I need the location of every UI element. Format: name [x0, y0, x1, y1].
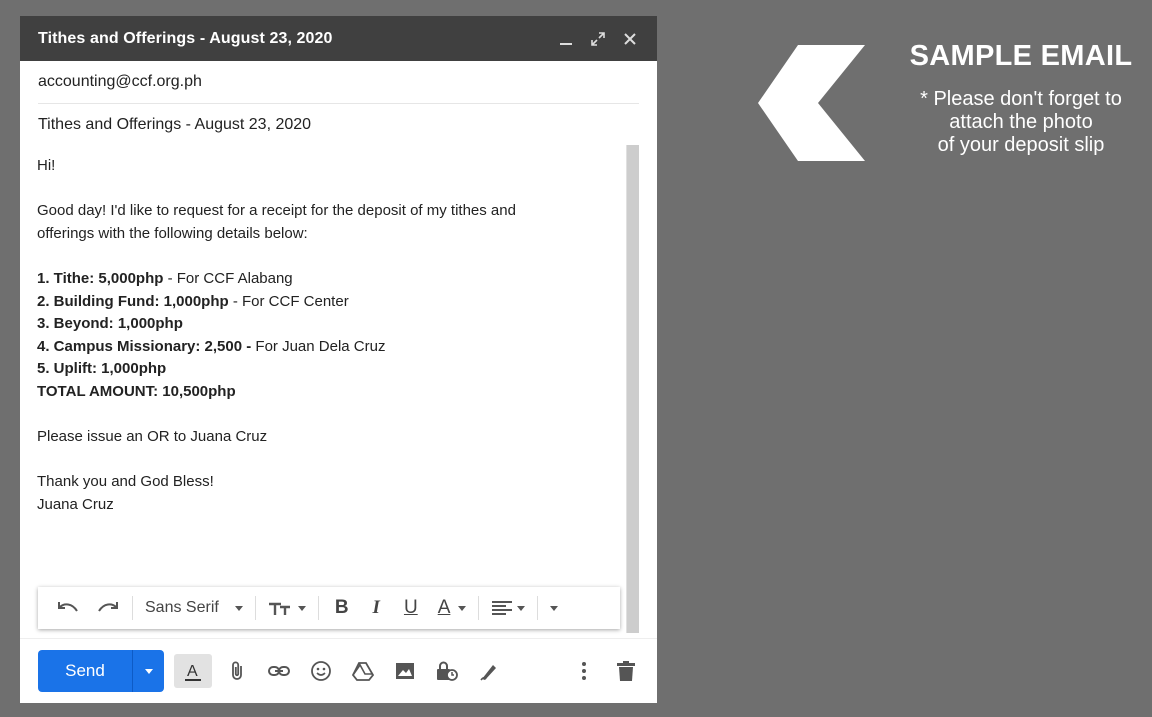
bold-icon[interactable]: B [323, 593, 361, 623]
attach-icon[interactable] [220, 654, 254, 688]
signature-line: Juana Cruz [37, 495, 114, 513]
intro-line: Good day! I'd like to request for a rece… [37, 202, 516, 220]
minimize-icon[interactable] [557, 30, 575, 48]
align-icon[interactable] [483, 593, 533, 623]
send-button-group: Send [38, 650, 164, 692]
total-amount: TOTAL AMOUNT: 10,500php [37, 382, 236, 400]
scrollbar[interactable] [626, 145, 639, 633]
underline-icon[interactable]: U [392, 593, 430, 623]
text-size-icon[interactable] [260, 593, 314, 623]
italic-icon[interactable]: I [361, 593, 392, 623]
drive-icon[interactable] [346, 654, 380, 688]
message-body[interactable]: Hi! Good day! I'd like to request for a … [20, 145, 657, 636]
send-options-button[interactable] [133, 650, 164, 692]
formatting-options-icon[interactable]: A [174, 654, 212, 688]
close-icon[interactable] [621, 30, 639, 48]
chevron-down-icon [234, 605, 243, 611]
photo-icon[interactable] [388, 654, 422, 688]
emoji-icon[interactable] [304, 654, 338, 688]
confidential-mode-icon[interactable] [430, 654, 464, 688]
list-item: 3. Beyond: 1,000php [37, 315, 183, 333]
to-field[interactable]: accounting@ccf.org.ph [38, 61, 639, 104]
arrow-left-icon [758, 45, 865, 161]
compose-titlebar[interactable]: Tithes and Offerings - August 23, 2020 [20, 16, 657, 61]
chevron-down-icon [144, 668, 153, 674]
font-select[interactable]: Sans Serif [137, 593, 251, 623]
list-item: 2. Building Fund: 1,000php - For CCF Cen… [37, 292, 349, 310]
undo-icon[interactable] [48, 593, 88, 623]
more-formatting-icon[interactable] [542, 593, 566, 623]
list-item: 1. Tithe: 5,000php - For CCF Alabang [37, 269, 293, 287]
link-icon[interactable] [262, 654, 296, 688]
signature-icon[interactable] [472, 654, 506, 688]
thanks-line: Thank you and God Bless! [37, 473, 214, 491]
greeting: Hi! [37, 157, 56, 174]
annotation-note: * Please don't forget to attach the phot… [920, 88, 1122, 156]
formatting-toolbar: Sans Serif B I U A [38, 587, 620, 629]
list-item: 4. Campus Missionary: 2,500 - For Juan D… [37, 337, 386, 355]
compose-actions: Send A [20, 638, 657, 703]
send-button[interactable]: Send [38, 650, 133, 692]
font-name: Sans Serif [145, 599, 219, 616]
redo-icon[interactable] [88, 593, 128, 623]
compose-title: Tithes and Offerings - August 23, 2020 [38, 29, 333, 47]
trash-icon[interactable] [609, 654, 643, 688]
intro-line: offerings with the following details bel… [37, 224, 308, 242]
annotation-title: SAMPLE EMAIL [909, 40, 1133, 72]
text-color-icon[interactable]: A [430, 593, 475, 623]
svg-text:A: A [187, 663, 198, 680]
request-line: Please issue an OR to Juana Cruz [37, 428, 268, 446]
list-item: 5. Uplift: 1,000php [37, 360, 167, 378]
subject-field[interactable]: Tithes and Offerings - August 23, 2020 [38, 104, 639, 146]
compose-window: Tithes and Offerings - August 23, 2020 a… [20, 16, 657, 703]
more-options-icon[interactable] [567, 654, 601, 688]
expand-icon[interactable] [589, 30, 607, 48]
